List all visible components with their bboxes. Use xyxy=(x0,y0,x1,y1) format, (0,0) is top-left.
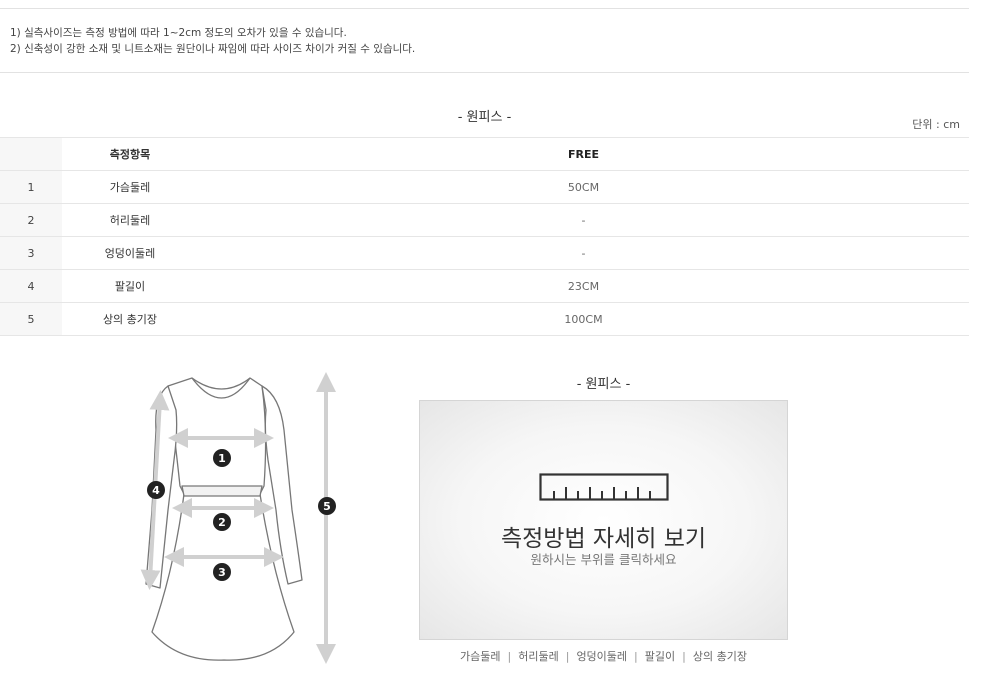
top-divider xyxy=(0,8,969,9)
svg-text:1: 1 xyxy=(218,452,226,465)
separator: | xyxy=(565,650,570,663)
table-row: 5 상의 총기장 100CM xyxy=(0,302,969,336)
header-num xyxy=(0,137,62,171)
measure-guide-subtitle: 원하시는 부위를 클릭하세요 xyxy=(530,552,677,567)
separator: | xyxy=(507,650,512,663)
measure-part-links: 가슴둘레 | 허리둘레 | 엉덩이둘레 | 팔길이 | 상의 총기장 xyxy=(419,648,788,664)
part-link-chest[interactable]: 가슴둘레 xyxy=(460,650,500,663)
svg-text:5: 5 xyxy=(323,500,331,513)
part-link-sleeve[interactable]: 팔길이 xyxy=(645,650,675,663)
table-row: 3 엉덩이둘레 - xyxy=(0,236,969,270)
part-link-length[interactable]: 상의 총기장 xyxy=(693,650,747,663)
header-free: FREE xyxy=(198,137,969,171)
svg-text:4: 4 xyxy=(152,484,160,497)
measure-guide-title: 측정방법 자세히 보기 xyxy=(500,526,707,552)
section-title: - 원피스 - xyxy=(457,110,512,125)
part-link-waist[interactable]: 허리둘레 xyxy=(518,650,558,663)
separator: | xyxy=(682,650,686,663)
table-row: 2 허리둘레 - xyxy=(0,203,969,237)
marker-4: 4 xyxy=(147,481,165,499)
row-num: 4 xyxy=(0,269,62,303)
row-value: 100CM xyxy=(198,302,969,336)
row-value: - xyxy=(198,236,969,270)
note-line-1: 1) 실측사이즈는 측정 방법에 따라 1~2cm 정도의 오차가 있을 수 있… xyxy=(10,27,347,39)
marker-3: 3 xyxy=(213,563,231,581)
row-value: - xyxy=(198,203,969,237)
note-line-2: 2) 신축성이 강한 소재 및 니트소재는 원단이나 짜임에 따라 사이즈 차이… xyxy=(10,43,416,55)
notes-divider xyxy=(0,72,969,73)
row-item: 상의 총기장 xyxy=(62,302,198,336)
row-value: 50CM xyxy=(198,170,969,204)
row-num: 2 xyxy=(0,203,62,237)
unit-label: 단위 : cm xyxy=(912,118,960,131)
part-link-hip[interactable]: 엉덩이둘레 xyxy=(576,650,627,663)
separator: | xyxy=(634,650,638,663)
svg-text:3: 3 xyxy=(218,566,226,579)
row-num: 3 xyxy=(0,236,62,270)
header-item: 측정항목 xyxy=(62,137,198,171)
measure-panel-title: - 원피스 - xyxy=(576,377,631,392)
marker-1: 1 xyxy=(213,449,231,467)
svg-text:2: 2 xyxy=(218,516,226,529)
row-item: 엉덩이둘레 xyxy=(62,236,198,270)
marker-5: 5 xyxy=(318,497,336,515)
row-item: 가슴둘레 xyxy=(62,170,198,204)
row-item: 팔길이 xyxy=(62,269,198,303)
table-row: 1 가슴둘레 50CM xyxy=(0,170,969,204)
row-item: 허리둘레 xyxy=(62,203,198,237)
measure-guide-button[interactable]: 측정방법 자세히 보기 원하시는 부위를 클릭하세요 xyxy=(419,400,788,640)
table-header-row: 측정항목 FREE xyxy=(0,137,969,171)
size-table: 측정항목 FREE 1 가슴둘레 50CM 2 허리둘레 - 3 엉덩이둘레 -… xyxy=(0,137,969,336)
marker-2: 2 xyxy=(213,513,231,531)
row-num: 1 xyxy=(0,170,62,204)
row-value: 23CM xyxy=(198,269,969,303)
row-num: 5 xyxy=(0,302,62,336)
ruler-icon xyxy=(539,473,669,501)
dress-diagram: 1 2 3 4 5 xyxy=(140,372,336,664)
table-row: 4 팔길이 23CM xyxy=(0,269,969,303)
size-notes: 1) 실측사이즈는 측정 방법에 따라 1~2cm 정도의 오차가 있을 수 있… xyxy=(10,25,415,57)
